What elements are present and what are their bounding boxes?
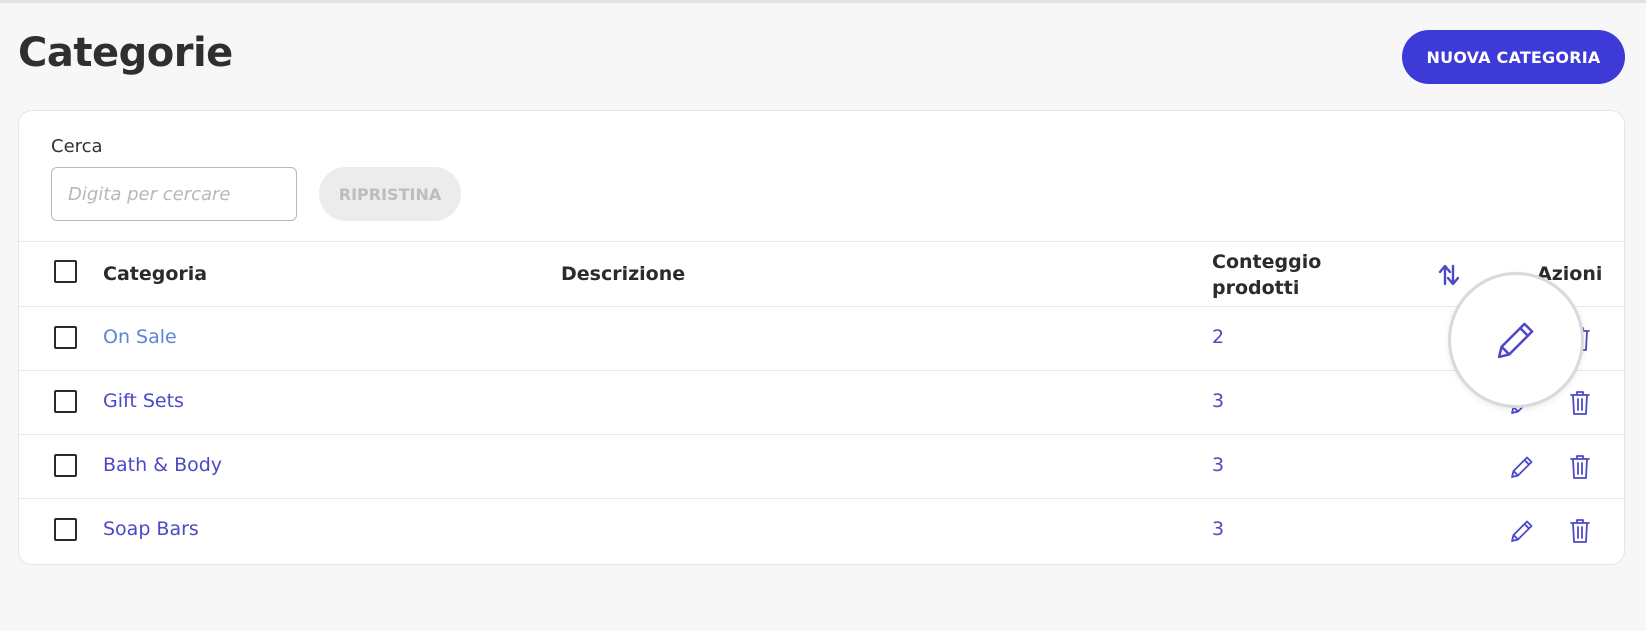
categories-table: Categoria Descrizione Conteggio prodotti… xyxy=(19,241,1624,562)
header-category: Categoria xyxy=(103,263,208,285)
header-count-line1: Conteggio xyxy=(1212,251,1322,273)
delete-button[interactable] xyxy=(1564,451,1596,483)
edit-button[interactable] xyxy=(1506,515,1538,547)
select-all-checkbox[interactable] xyxy=(54,260,77,283)
row-checkbox[interactable] xyxy=(54,326,77,349)
pencil-icon xyxy=(1511,520,1533,542)
table-header-row: Categoria Descrizione Conteggio prodotti… xyxy=(19,241,1624,306)
trash-icon xyxy=(1570,455,1590,479)
reset-button[interactable]: RIPRISTINA xyxy=(319,167,461,221)
top-border xyxy=(0,0,1646,3)
edit-button-highlight[interactable] xyxy=(1448,272,1584,408)
product-count: 2 xyxy=(1212,326,1225,348)
category-link[interactable]: Soap Bars xyxy=(103,518,199,540)
category-link[interactable]: Bath & Body xyxy=(103,454,222,476)
header-count-line2: prodotti xyxy=(1212,277,1300,299)
product-count: 3 xyxy=(1212,390,1225,412)
delete-button[interactable] xyxy=(1564,387,1596,419)
table-row: Soap Bars 3 xyxy=(19,498,1624,562)
trash-icon xyxy=(1570,391,1590,415)
category-link[interactable]: On Sale xyxy=(103,326,177,348)
product-count: 3 xyxy=(1212,454,1225,476)
trash-icon xyxy=(1570,519,1590,543)
categories-card: Cerca RIPRISTINA Categoria Descrizione C… xyxy=(18,110,1625,565)
table-row: Bath & Body 3 xyxy=(19,434,1624,498)
product-count: 3 xyxy=(1212,518,1225,540)
row-checkbox[interactable] xyxy=(54,454,77,477)
sort-arrows-icon[interactable] xyxy=(1437,262,1461,288)
row-checkbox[interactable] xyxy=(54,390,77,413)
header-count: Conteggio prodotti xyxy=(1212,249,1321,301)
table-row: Gift Sets 3 xyxy=(19,370,1624,434)
edit-button[interactable] xyxy=(1506,451,1538,483)
new-category-button[interactable]: NUOVA CATEGORIA xyxy=(1402,30,1625,84)
pencil-icon xyxy=(1497,322,1534,359)
pencil-icon xyxy=(1511,456,1533,478)
category-link[interactable]: Gift Sets xyxy=(103,390,184,412)
table-row: On Sale 2 xyxy=(19,306,1624,370)
search-input[interactable] xyxy=(51,167,297,221)
delete-button[interactable] xyxy=(1564,515,1596,547)
row-checkbox[interactable] xyxy=(54,518,77,541)
page-title: Categorie xyxy=(18,30,233,76)
header-description: Descrizione xyxy=(561,263,686,285)
search-label: Cerca xyxy=(51,136,103,157)
